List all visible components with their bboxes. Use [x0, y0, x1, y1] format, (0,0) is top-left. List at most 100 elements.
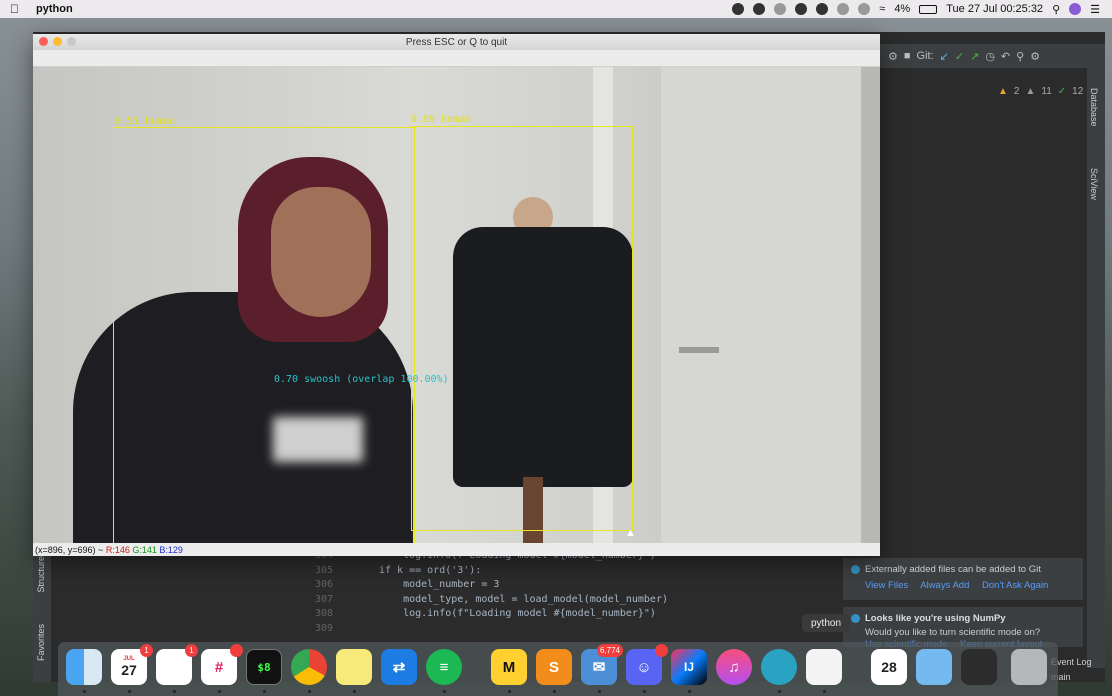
wireshark-icon[interactable]	[761, 649, 797, 685]
search-icon[interactable]: ⚲	[1016, 50, 1024, 63]
dont-ask-again-link[interactable]: Don't Ask Again	[982, 580, 1048, 591]
miro-icon[interactable]: M	[491, 649, 527, 685]
right-tool-strip: Database SciView	[1087, 68, 1105, 668]
reminders-icon[interactable]: 1	[156, 644, 198, 685]
minimize-button[interactable]	[53, 37, 62, 46]
calendar-stack-icon[interactable]: 28	[871, 649, 907, 685]
airplay-icon[interactable]	[837, 3, 850, 15]
terminal-icon[interactable]: $8	[246, 649, 282, 685]
settings-icon[interactable]: ⚙	[1030, 50, 1040, 63]
git-push-icon[interactable]: ↗	[970, 50, 979, 63]
record-icon[interactable]	[732, 3, 745, 15]
intellij-icon[interactable]: IJ	[671, 649, 707, 685]
notification-badge	[655, 644, 668, 657]
apple-icon[interactable]: 	[10, 2, 26, 16]
running-indicator	[308, 690, 311, 693]
creative-cloud-icon[interactable]	[753, 3, 766, 15]
battery-percent[interactable]: 4%	[894, 3, 910, 15]
calendar-icon[interactable]: JUL 27 1	[111, 644, 153, 685]
dock: JUL 27 1 1 # $8 ⇄ ≡ M S ✉ 6,774 ☺ IJ ♫ 2…	[58, 642, 1058, 696]
window-toolbar	[33, 50, 880, 67]
mail-icon[interactable]: ✉ 6,774	[581, 644, 623, 685]
view-files-link[interactable]: View Files	[865, 580, 908, 591]
code-line: 308 log.info(f"Loading model #{model_num…	[314, 608, 656, 619]
notification-title: Externally added files can be added to G…	[865, 564, 1041, 575]
running-indicator	[443, 690, 446, 693]
running-indicator	[553, 690, 556, 693]
code-line: 309	[314, 622, 333, 634]
run-icon[interactable]: ⚙	[888, 50, 898, 63]
notification-body: Would you like to turn scientific mode o…	[865, 627, 1041, 638]
sync-icon[interactable]	[774, 3, 787, 15]
running-indicator	[128, 690, 131, 693]
notification-badge	[230, 644, 243, 657]
wifi-icon[interactable]: ≈	[879, 3, 885, 15]
window-titlebar[interactable]: Press ESC or Q to quit	[33, 34, 880, 50]
detection-label-human-2: 0.89 human	[411, 114, 472, 125]
camera-frame[interactable]: 0.51 human 0.89 human 0.70 swoosh (overl…	[33, 67, 880, 543]
tool-tab-structure[interactable]: Structure	[36, 556, 46, 593]
status-menus: ≈ 4% Tue 27 Jul 00:25:32 ⚲ ☰	[732, 3, 1112, 16]
finder-icon[interactable]	[66, 649, 102, 685]
siri-icon[interactable]	[1069, 3, 1082, 15]
code-line: 306 model_number = 3	[314, 579, 500, 590]
screenshots-stack-icon[interactable]	[961, 649, 997, 685]
zoom-button[interactable]	[67, 37, 76, 46]
dock-tooltip: python	[802, 614, 850, 632]
remote-desktop-icon[interactable]: ⇄	[381, 649, 417, 685]
history-icon[interactable]: ◷	[985, 50, 995, 63]
numpy-notification: Looks like you're using NumPy Would you …	[843, 607, 1083, 647]
window-title: Press ESC or Q to quit	[405, 36, 508, 48]
battery-icon[interactable]	[919, 4, 938, 14]
notification-center-icon[interactable]: ☰	[1090, 3, 1100, 16]
notification-title: Looks like you're using NumPy	[865, 613, 1006, 624]
running-indicator	[173, 690, 176, 693]
tool-tab-favorites[interactable]: Favorites	[36, 624, 46, 661]
git-commit-icon[interactable]: ✓	[955, 50, 964, 63]
running-indicator	[83, 690, 86, 693]
rollback-icon[interactable]: ↶	[1001, 50, 1010, 63]
stop-icon[interactable]: ■	[904, 50, 911, 62]
green-value: G:141	[132, 544, 157, 555]
chrome-icon[interactable]	[291, 649, 327, 685]
cloud-icon[interactable]	[816, 3, 829, 15]
git-label: Git:	[916, 50, 934, 62]
ok-count: 12	[1072, 85, 1084, 97]
python-icon[interactable]	[806, 649, 842, 685]
notes-icon[interactable]	[336, 649, 372, 685]
ok-icon: ✓	[1057, 85, 1067, 97]
clock[interactable]: Tue 27 Jul 00:25:32	[946, 3, 1043, 15]
git-update-icon[interactable]: ↙	[940, 50, 949, 63]
code-editor[interactable]: 304 log.info(f"Loading model #{model_num…	[313, 550, 833, 645]
code-line: 307 model_type, model = load_model(model…	[314, 593, 668, 605]
tool-tab-sciview[interactable]: SciView	[1089, 168, 1099, 200]
cursor-coords: (x=896, y=696) ~	[35, 544, 104, 555]
sublime-text-icon[interactable]: S	[536, 649, 572, 685]
running-indicator	[643, 690, 646, 693]
ide-toolbar: ⚙ ■ Git: ↙ ✓ ↗ ◷ ↶ ⚲ ⚙	[880, 44, 1105, 68]
git-notification: Externally added files can be added to G…	[843, 558, 1083, 600]
weak-warning-count: 11	[1041, 85, 1052, 97]
spotify-icon[interactable]: ≡	[426, 649, 462, 685]
vpn-icon[interactable]	[795, 3, 808, 15]
detection-label-swoosh: 0.70 swoosh (overlap 100.00%)	[274, 374, 449, 385]
running-indicator	[508, 690, 511, 693]
tool-tab-database[interactable]: Database	[1089, 88, 1099, 127]
applications-folder-icon[interactable]	[916, 649, 952, 685]
warning-icon: ▲	[998, 85, 1008, 97]
running-indicator	[263, 690, 266, 693]
spotlight-icon[interactable]: ⚲	[1052, 3, 1060, 16]
weak-warning-icon: ▲	[1025, 85, 1036, 97]
app-name[interactable]: python	[36, 3, 73, 15]
red-value: R:146	[105, 544, 130, 555]
trash-icon[interactable]	[1011, 649, 1047, 685]
detection-label-human-1: 0.51 human	[115, 116, 176, 127]
close-button[interactable]	[39, 37, 48, 46]
slack-icon[interactable]: #	[201, 644, 243, 685]
bluetooth-icon[interactable]	[858, 3, 871, 15]
itunes-icon[interactable]: ♫	[716, 649, 752, 685]
inspection-status[interactable]: ▲ 2 ▲ 11 ✓ 12	[880, 80, 1090, 102]
calendar-day: 27	[121, 662, 137, 678]
discord-icon[interactable]: ☺	[626, 644, 668, 685]
always-add-link[interactable]: Always Add	[920, 580, 969, 591]
